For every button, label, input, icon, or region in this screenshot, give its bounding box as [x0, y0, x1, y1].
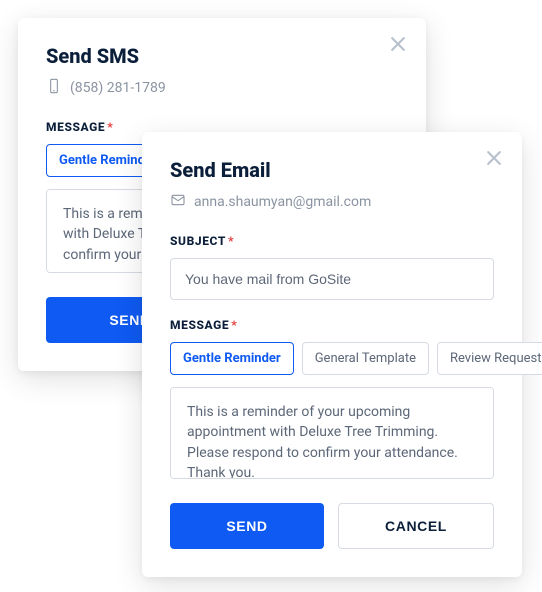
envelope-icon	[170, 192, 186, 212]
recipient-email: anna.shaumyan@gmail.com	[194, 194, 371, 210]
template-chip-row: Gentle Reminder General Template Review …	[170, 342, 494, 375]
template-review-request[interactable]: Review Request	[437, 342, 542, 375]
recipient-phone: (858) 281-1789	[70, 80, 166, 96]
modal-title: Send Email	[170, 158, 494, 182]
close-icon[interactable]	[388, 34, 408, 54]
template-gentle-reminder[interactable]: Gentle Reminder	[170, 342, 294, 375]
subject-label: SUBJECT*	[170, 234, 494, 248]
send-button[interactable]: SEND	[170, 503, 324, 549]
send-email-modal: Send Email anna.shaumyan@gmail.com SUBJE…	[142, 132, 522, 577]
modal-title: Send SMS	[46, 44, 398, 68]
close-icon[interactable]	[484, 148, 504, 168]
message-label: MESSAGE*	[170, 318, 494, 332]
cancel-button[interactable]: CANCEL	[338, 503, 494, 549]
subject-input[interactable]	[170, 258, 494, 300]
phone-icon	[46, 78, 62, 98]
message-body[interactable]	[170, 387, 494, 479]
recipient-row: anna.shaumyan@gmail.com	[170, 192, 494, 212]
button-row: SEND CANCEL	[170, 503, 494, 549]
recipient-row: (858) 281-1789	[46, 78, 398, 98]
template-general[interactable]: General Template	[302, 342, 429, 375]
